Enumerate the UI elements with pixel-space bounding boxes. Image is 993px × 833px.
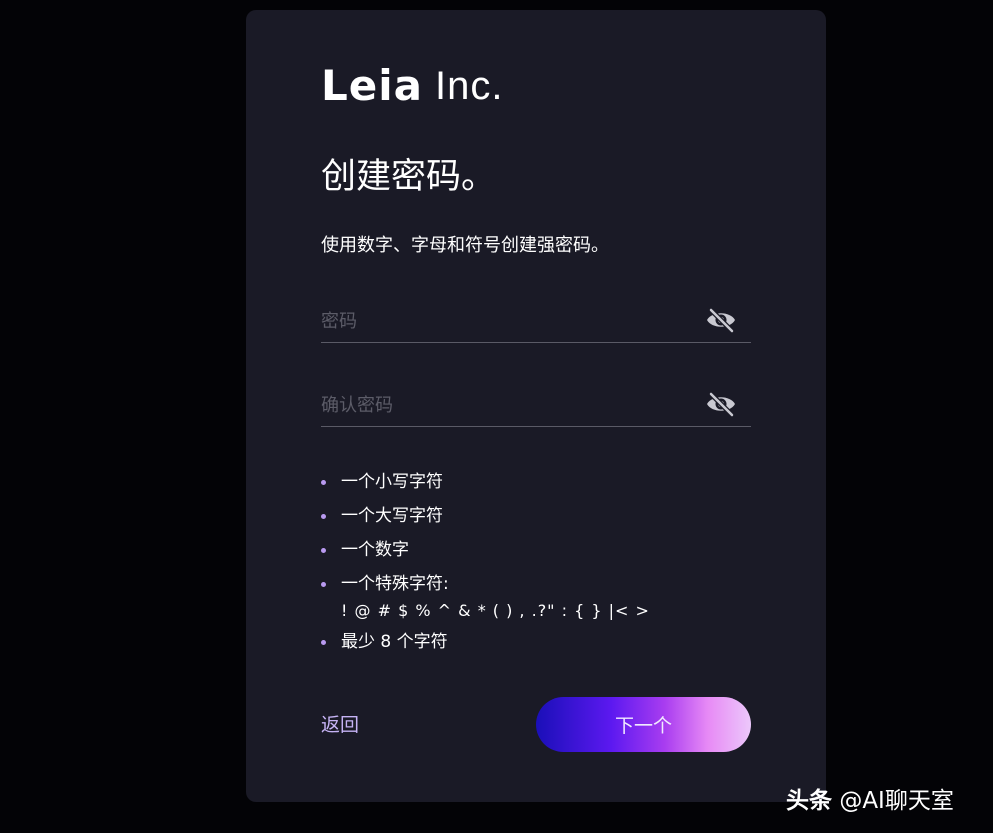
logo-brand: Leia <box>321 61 423 110</box>
bullet-dot <box>321 548 326 553</box>
back-link[interactable]: 返回 <box>321 710 359 737</box>
password-card: Leia Inc. 创建密码。 使用数字、字母和符号创建强密码。 一个小写字符 <box>246 10 826 802</box>
password-requirements: 一个小写字符 一个大写字符 一个数字 一个特殊字符: ! @ # $ % ^ &… <box>321 465 650 659</box>
logo-suffix: Inc. <box>435 64 504 108</box>
eye-slash-icon[interactable] <box>705 307 737 333</box>
watermark-brand: 头条 <box>786 788 832 814</box>
page-subtitle: 使用数字、字母和符号创建强密码。 <box>321 235 609 256</box>
requirement-min-length: 最少 8 个字符 <box>321 625 650 659</box>
requirement-label: 一个数字 <box>341 540 409 560</box>
password-field <box>321 302 751 343</box>
password-input[interactable] <box>321 302 701 340</box>
requirement-lowercase: 一个小写字符 <box>321 465 650 499</box>
watermark: 头条 @AI聊天室 <box>786 781 954 815</box>
bullet-dot <box>321 582 326 587</box>
requirement-uppercase: 一个大写字符 <box>321 499 650 533</box>
confirm-password-field <box>321 386 751 427</box>
bullet-dot <box>321 514 326 519</box>
eye-slash-icon[interactable] <box>705 391 737 417</box>
requirement-number: 一个数字 <box>321 533 650 567</box>
special-characters: ! @ # $ % ^ & * ( ) , .?" : { } |< > <box>341 601 650 620</box>
leia-logo: Leia Inc. <box>321 61 504 110</box>
bullet-dot <box>321 640 326 645</box>
requirement-label: 一个特殊字符: <box>341 574 449 594</box>
requirement-label: 一个大写字符 <box>341 506 443 526</box>
requirement-label: 一个小写字符 <box>341 472 443 492</box>
bullet-dot <box>321 480 326 485</box>
watermark-handle: @AI聊天室 <box>839 788 954 814</box>
page-title: 创建密码。 <box>321 157 497 197</box>
requirement-special: 一个特殊字符: ! @ # $ % ^ & * ( ) , .?" : { } … <box>321 567 650 625</box>
requirement-label: 最少 8 个字符 <box>341 632 448 652</box>
confirm-password-input[interactable] <box>321 386 701 424</box>
next-button[interactable]: 下一个 <box>536 697 751 752</box>
